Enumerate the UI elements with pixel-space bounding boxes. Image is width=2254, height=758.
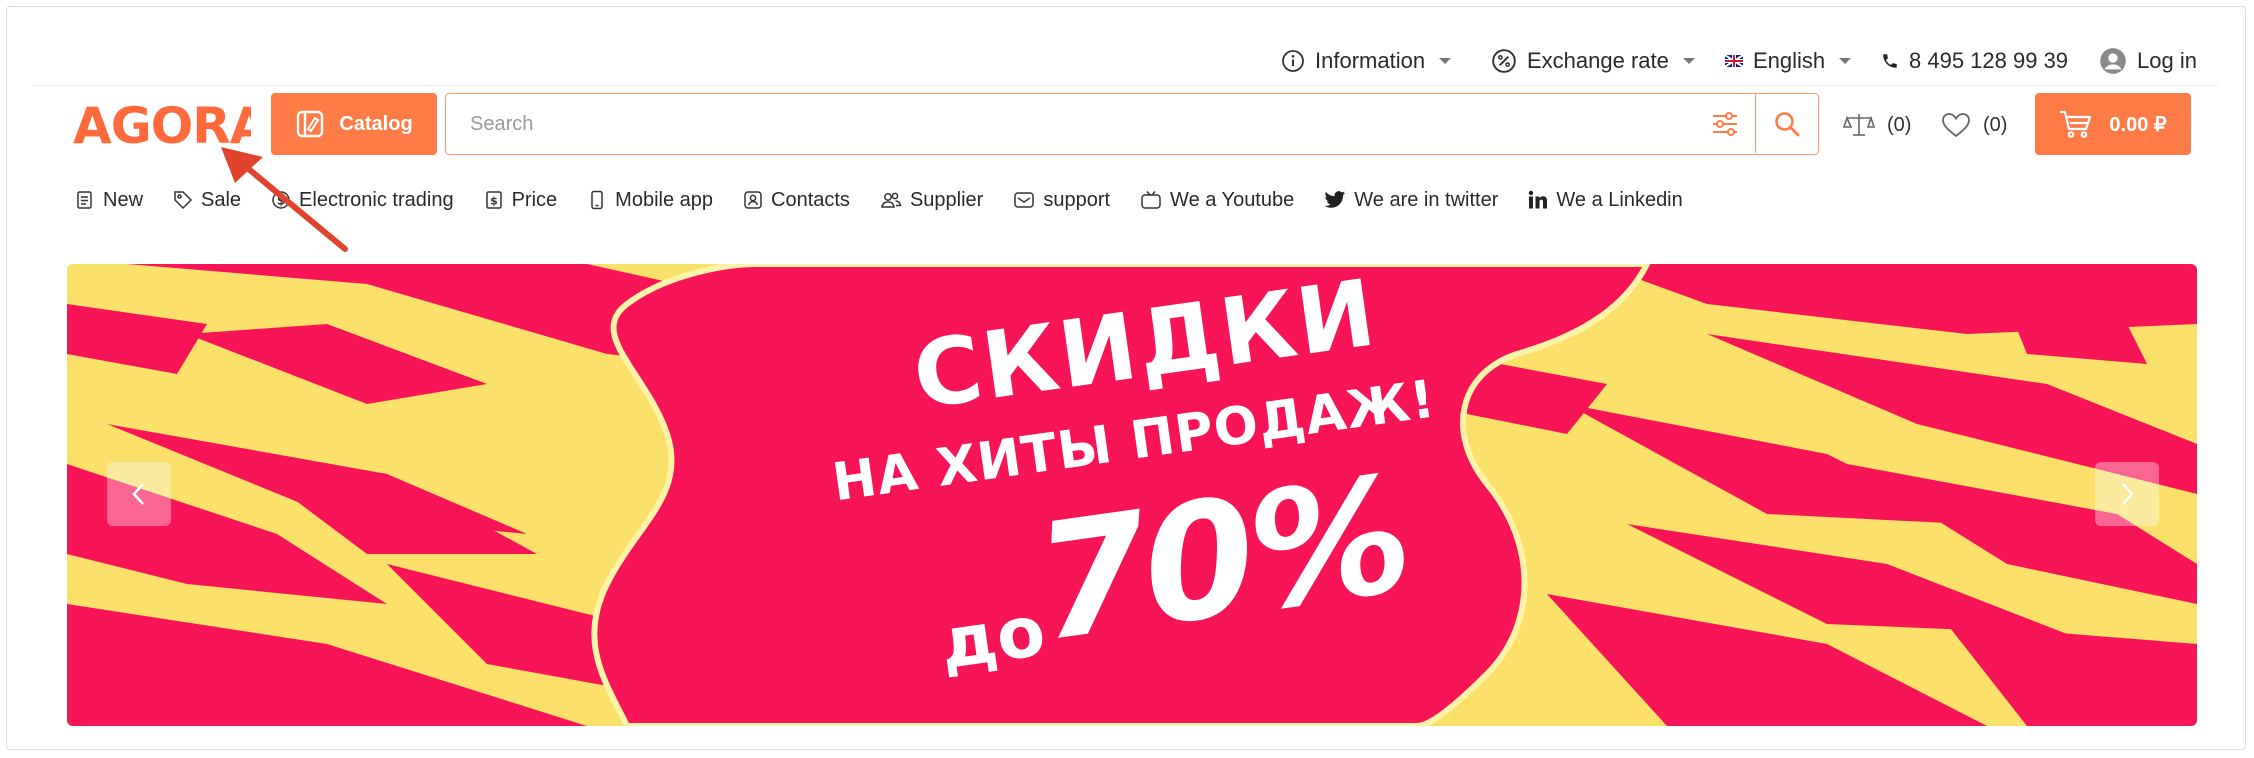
contact-card-icon: [744, 191, 762, 209]
nav-item-label: We are in twitter: [1354, 188, 1499, 211]
chevron-down-icon: [1839, 58, 1852, 64]
phone-handset-icon: [1883, 54, 1897, 68]
nav-item-label: Contacts: [771, 188, 850, 211]
cart-total: 0.00 ₽: [2109, 113, 2167, 136]
document-icon: [77, 191, 92, 209]
login-label: Log in: [2137, 48, 2197, 73]
svg-text:$: $: [490, 195, 498, 208]
chevron-down-icon: [1682, 58, 1695, 64]
mail-icon: [1014, 192, 1035, 208]
dollar-circle-icon: $: [272, 191, 290, 209]
search-filter-button[interactable]: [1694, 94, 1756, 153]
nav-item-contacts[interactable]: Contacts: [743, 189, 850, 212]
language-label: English: [1753, 48, 1826, 73]
nav-item-label: We a Linkedin: [1556, 188, 1683, 211]
nav-item-twitter[interactable]: We are in twitter: [1324, 189, 1498, 212]
nav-item-label: support: [1043, 188, 1111, 211]
logo-text: AGORA: [73, 97, 251, 153]
information-label: Information: [1315, 48, 1426, 73]
nav-item-youtube[interactable]: We a Youtube: [1140, 189, 1294, 212]
twitter-icon: [1324, 191, 1346, 208]
catalog-button[interactable]: Catalog: [271, 93, 437, 155]
heart-icon: [1942, 113, 1970, 138]
sliders-icon: [1713, 111, 1737, 136]
tag-icon: [174, 191, 193, 210]
nav-item-label: We a Youtube: [1170, 188, 1295, 211]
price-list-icon: $: [485, 191, 502, 209]
nav-item-label: New: [103, 188, 144, 211]
uk-flag-icon: [1725, 55, 1743, 67]
top-utility-bar: Information Exchange rate English 8 495 …: [33, 37, 2219, 86]
compare-count: (0): [1887, 113, 1912, 136]
banner-background-graphic: [67, 264, 2197, 726]
info-icon: [1282, 50, 1304, 72]
login-link[interactable]: Log in: [2099, 37, 2197, 85]
percent-circle-icon: [1492, 49, 1516, 73]
banner-next-button[interactable]: [2095, 462, 2159, 526]
tv-icon: [1141, 191, 1161, 209]
exchange-rate-menu[interactable]: Exchange rate: [1491, 37, 1695, 85]
phone-icon: [591, 190, 603, 210]
catalog-label: Catalog: [339, 112, 413, 135]
chevron-down-icon: [1439, 58, 1452, 64]
nav-item-linkedin[interactable]: We a Linkedin: [1528, 188, 1683, 212]
cart-icon: [2060, 110, 2092, 138]
svg-text:$: $: [277, 194, 285, 208]
nav-item-label: Electronic trading: [299, 188, 454, 211]
nav-item-electronic-trading[interactable]: $ Electronic trading: [271, 189, 454, 212]
linkedin-icon: [1529, 190, 1548, 209]
wishlist-count: (0): [1983, 113, 2008, 136]
nav-item-label: Price: [511, 188, 558, 211]
search-bar: [445, 93, 1819, 155]
nav-item-mobile-app[interactable]: Mobile app: [587, 189, 713, 212]
phone-number: 8 495 128 99 39: [1909, 48, 2069, 73]
banner-prev-button[interactable]: [107, 462, 171, 526]
cart-button[interactable]: 0.00 ₽: [2035, 93, 2191, 155]
nav-item-label: Supplier: [909, 188, 984, 211]
catalog-book-icon: [297, 110, 324, 138]
nav-item-supplier[interactable]: Supplier: [880, 189, 983, 212]
main-navigation: New Sale $ Electronic trading $ Price Mo…: [75, 183, 1683, 217]
scales-icon: [1843, 114, 1875, 136]
chevron-right-icon: [2122, 483, 2134, 505]
page-frame: Information Exchange rate English 8 495 …: [6, 6, 2246, 750]
nav-item-new[interactable]: New: [75, 189, 143, 212]
users-icon: [881, 192, 902, 208]
nav-item-label: Sale: [201, 188, 242, 211]
information-menu[interactable]: Information: [1281, 37, 1452, 85]
exchange-rate-label: Exchange rate: [1527, 48, 1669, 73]
nav-item-price[interactable]: $ Price: [484, 188, 558, 212]
search-input[interactable]: [468, 94, 1692, 154]
phone-link[interactable]: 8 495 128 99 39: [1881, 37, 2068, 85]
search-icon: [1775, 111, 1800, 136]
nav-item-support[interactable]: support: [1013, 189, 1110, 212]
nav-item-sale[interactable]: Sale: [173, 189, 241, 212]
agora-logo[interactable]: AGORA: [73, 97, 251, 153]
promo-banner-slide[interactable]: СКИДКИ НА ХИТЫ ПРОДАЖ! до 70%: [67, 264, 2197, 726]
user-avatar-icon: [2100, 48, 2126, 74]
search-button[interactable]: [1755, 94, 1818, 153]
compare-link[interactable]: (0): [1843, 105, 1911, 145]
wishlist-link[interactable]: (0): [1941, 105, 2007, 145]
nav-item-label: Mobile app: [615, 188, 713, 211]
chevron-left-icon: [132, 483, 144, 505]
language-selector[interactable]: English: [1725, 37, 1852, 85]
